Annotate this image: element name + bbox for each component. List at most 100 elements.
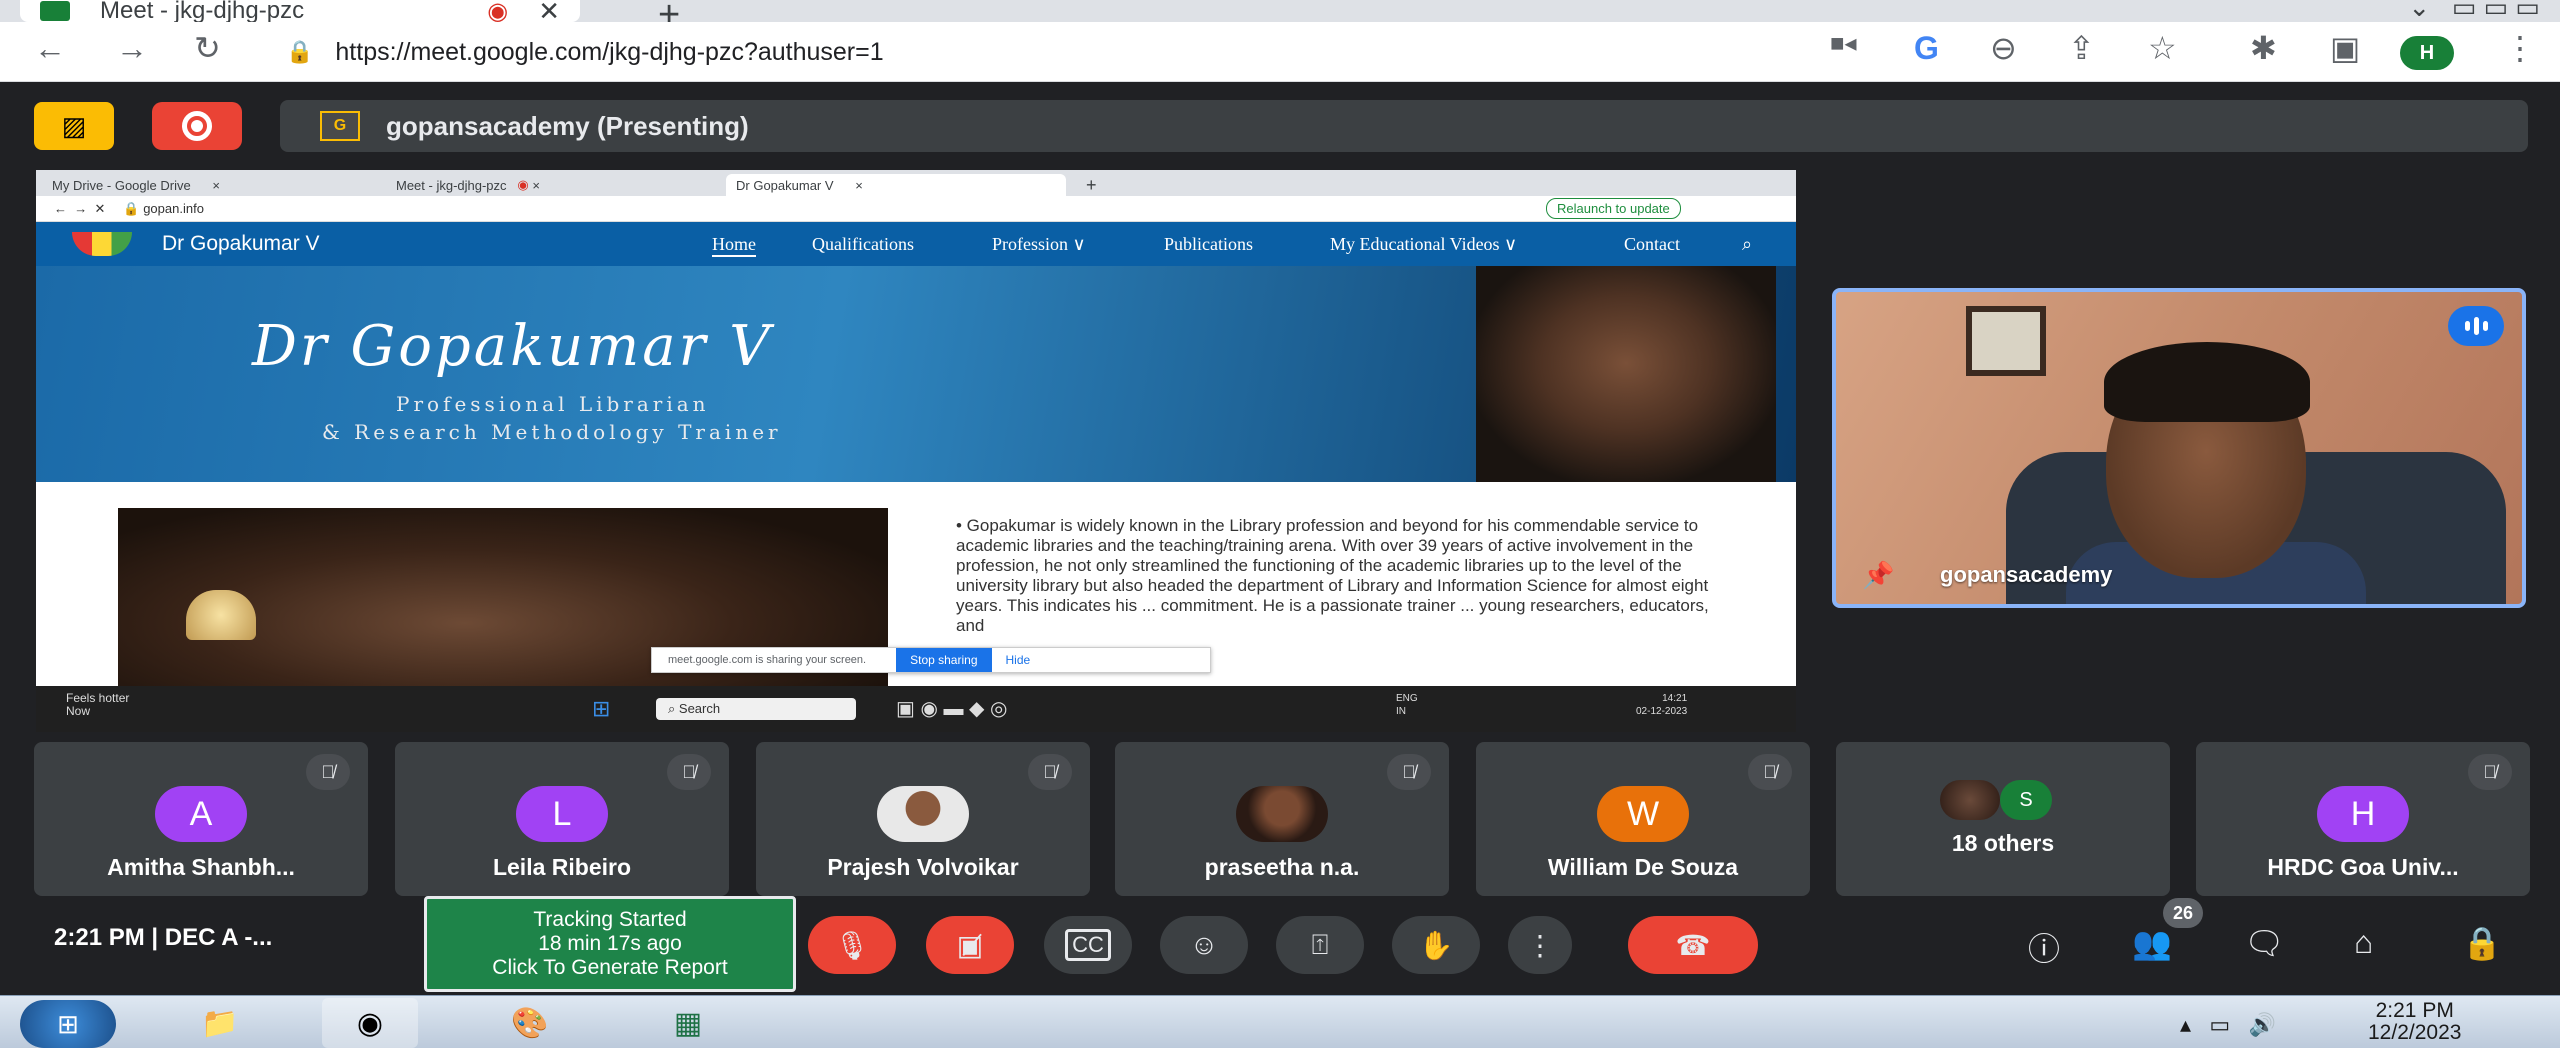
mic-off-icon: 🎙 bbox=[834, 929, 870, 961]
shared-tab-site: Dr Gopakumar V × bbox=[726, 174, 1066, 196]
address-bar[interactable]: 🔒 https://meet.google.com/jkg-djhg-pzc?a… bbox=[286, 28, 1806, 76]
mic-off-icon: 🎙̸ bbox=[1028, 754, 1072, 790]
host-controls-icon[interactable]: 🔒 bbox=[2462, 924, 2502, 962]
people-icon[interactable]: 👥 bbox=[2132, 924, 2172, 962]
shared-weather: Feels hotter Now bbox=[66, 691, 130, 718]
participant-tile[interactable]: 🎙̸ praseetha n.a. bbox=[1115, 742, 1449, 896]
sharing-notice-text: meet.google.com is sharing your screen. bbox=[668, 654, 867, 666]
participant-tile[interactable]: 🎙̸ H HRDC Goa Univ... bbox=[2196, 742, 2530, 896]
avatar: A bbox=[155, 786, 247, 842]
meeting-info-icon[interactable]: ⓘ bbox=[2028, 924, 2060, 970]
site-navbar: Dr Gopakumar V Home Qualifications Profe… bbox=[36, 222, 1796, 266]
file-explorer-icon[interactable]: 📁 bbox=[172, 998, 268, 1048]
avatar: H bbox=[2317, 786, 2409, 842]
speaker-hair bbox=[2104, 342, 2310, 422]
site-hero-banner: Dr Gopakumar V Professional Librarian & … bbox=[36, 266, 1796, 482]
participant-tile[interactable]: 🎙̸ A Amitha Shanbh... bbox=[34, 742, 368, 896]
site-search-icon: ⌕ bbox=[1742, 234, 1753, 254]
shared-address-bar: ← → ✕ 🔒 gopan.info Relaunch to update bbox=[36, 196, 1796, 222]
wall-picture-frame bbox=[1966, 306, 2046, 376]
raise-hand-button[interactable]: ✋ bbox=[1392, 916, 1480, 974]
site-nav-profession: Profession ∨ bbox=[992, 234, 1086, 254]
attendance-tracker-button[interactable]: Tracking Started 18 min 17s ago Click To… bbox=[424, 896, 796, 992]
camera-toggle-button[interactable]: ▣̸ bbox=[926, 916, 1014, 974]
back-icon[interactable]: ← bbox=[34, 32, 66, 64]
activities-icon[interactable]: ⌂ bbox=[2354, 924, 2373, 961]
camera-off-icon: ▣̸ bbox=[956, 929, 984, 961]
hero-title: Dr Gopakumar V bbox=[252, 314, 773, 379]
chat-icon[interactable]: 🗨 bbox=[2244, 924, 2285, 962]
mic-off-icon: 🎙̸ bbox=[1387, 754, 1431, 790]
system-tray-icons[interactable]: ▴ ▭ 🔊 bbox=[2180, 1012, 2276, 1038]
zoom-icon[interactable]: ⊖ bbox=[1990, 32, 2017, 64]
participant-name: William De Souza bbox=[1547, 854, 1739, 880]
meeting-time: 2:21 PM | DEC A -... bbox=[54, 924, 273, 951]
chrome-app-icon[interactable]: ◉ bbox=[322, 998, 418, 1048]
recording-button[interactable] bbox=[152, 102, 242, 150]
participant-tile[interactable]: 🎙̸ Prajesh Volvoikar bbox=[756, 742, 1090, 896]
participant-tile[interactable]: 🎙̸ L Leila Ribeiro bbox=[395, 742, 729, 896]
lock-icon: 🔒 bbox=[286, 39, 314, 64]
meet-favicon-icon bbox=[40, 1, 70, 21]
sharing-notice-bar: meet.google.com is sharing your screen. … bbox=[651, 647, 1211, 673]
photo-lamp bbox=[186, 590, 256, 640]
windows-clock[interactable]: 2:21 PM 12/2/2023 bbox=[2368, 1000, 2461, 1044]
participant-tile[interactable]: 🎙̸ W William De Souza bbox=[1476, 742, 1810, 896]
tracker-line-2: 18 min 17s ago bbox=[538, 932, 682, 955]
site-nav-contact: Contact bbox=[1624, 234, 1680, 254]
bookmark-star-icon[interactable]: ☆ bbox=[2148, 32, 2177, 64]
share-icon[interactable]: ⇪ bbox=[2068, 32, 2095, 64]
captions-button[interactable]: CC bbox=[1044, 916, 1132, 974]
present-button[interactable]: ⍐ bbox=[1276, 916, 1364, 974]
self-video-tile[interactable]: 📌 gopansacademy bbox=[1832, 288, 2526, 608]
url-text: https://meet.google.com/jkg-djhg-pzc?aut… bbox=[335, 37, 884, 66]
leave-call-button[interactable]: ☎ bbox=[1628, 916, 1758, 974]
windows-start-button[interactable]: ⊞ bbox=[20, 1000, 116, 1048]
shared-start-icon: ⊞ bbox=[592, 696, 611, 721]
profile-avatar[interactable]: H bbox=[2400, 36, 2454, 70]
windows-logo-icon: ⊞ bbox=[57, 1008, 79, 1039]
participant-tile-others[interactable]: S 18 others bbox=[1836, 742, 2170, 896]
clock-time: 2:21 PM bbox=[2375, 999, 2454, 1022]
window-controls[interactable]: ⌄ ▭ ▭ ▭ bbox=[2408, 0, 2540, 23]
presenter-label: gopansacademy (Presenting) bbox=[386, 110, 749, 141]
avatar: S bbox=[2000, 780, 2052, 820]
mic-off-icon: 🎙̸ bbox=[1748, 754, 1792, 790]
participant-name: Amitha Shanbh... bbox=[107, 854, 295, 880]
shared-tab-drive: My Drive - Google Drive × bbox=[42, 174, 372, 196]
reactions-button[interactable]: ☺ bbox=[1160, 916, 1248, 974]
avatar-photo bbox=[1940, 780, 2000, 820]
more-options-button[interactable]: ⋮ bbox=[1508, 916, 1572, 974]
hang-up-icon: ☎ bbox=[1675, 929, 1711, 961]
site-logo-icon bbox=[72, 232, 132, 256]
site-nav-publications: Publications bbox=[1164, 234, 1253, 254]
pin-icon[interactable]: 📌 bbox=[1862, 560, 1894, 591]
google-icon[interactable]: G bbox=[1914, 32, 1939, 64]
browser-tab-meet[interactable]: Meet - jkg-djhg-pzc ◉ ✕ bbox=[20, 0, 580, 26]
participant-name: Prajesh Volvoikar bbox=[827, 854, 1019, 880]
shared-lang: ENG IN bbox=[1396, 693, 1418, 717]
paint-app-icon[interactable]: 🎨 bbox=[482, 998, 578, 1048]
menu-kebab-icon[interactable]: ⋮ bbox=[2504, 32, 2536, 64]
reload-icon[interactable]: ↻ bbox=[194, 32, 221, 64]
camera-icon[interactable]: ■◂ bbox=[1830, 32, 1857, 56]
shared-browser-tabs: My Drive - Google Drive × Meet - jkg-djh… bbox=[36, 170, 1796, 196]
presentation-toggle-button[interactable]: ▨ bbox=[34, 102, 114, 150]
captions-icon: CC bbox=[1065, 929, 1111, 961]
participant-name: 18 others bbox=[1951, 830, 2055, 856]
excel-app-icon[interactable]: ▦ bbox=[640, 998, 736, 1048]
tracker-line-1: Tracking Started bbox=[533, 908, 687, 931]
hero-subtitle-2: & Research Methodology Trainer bbox=[322, 420, 782, 444]
hand-icon: ✋ bbox=[1418, 929, 1454, 961]
hero-portrait bbox=[1476, 266, 1776, 482]
avatar: W bbox=[1597, 786, 1689, 842]
stop-sharing-button: Stop sharing bbox=[896, 648, 992, 672]
forward-icon[interactable]: → bbox=[116, 32, 148, 64]
shared-tab-meet: Meet - jkg-djhg-pzc ◉ × bbox=[396, 177, 540, 193]
mic-toggle-button[interactable]: 🎙 bbox=[808, 916, 896, 974]
side-panel-icon[interactable]: ▣ bbox=[2330, 32, 2360, 64]
no-slides-icon: ▨ bbox=[61, 110, 87, 141]
shared-new-tab: + bbox=[1086, 174, 1097, 195]
emoji-icon: ☺ bbox=[1189, 929, 1219, 960]
extensions-icon[interactable]: ✱ bbox=[2250, 32, 2277, 64]
